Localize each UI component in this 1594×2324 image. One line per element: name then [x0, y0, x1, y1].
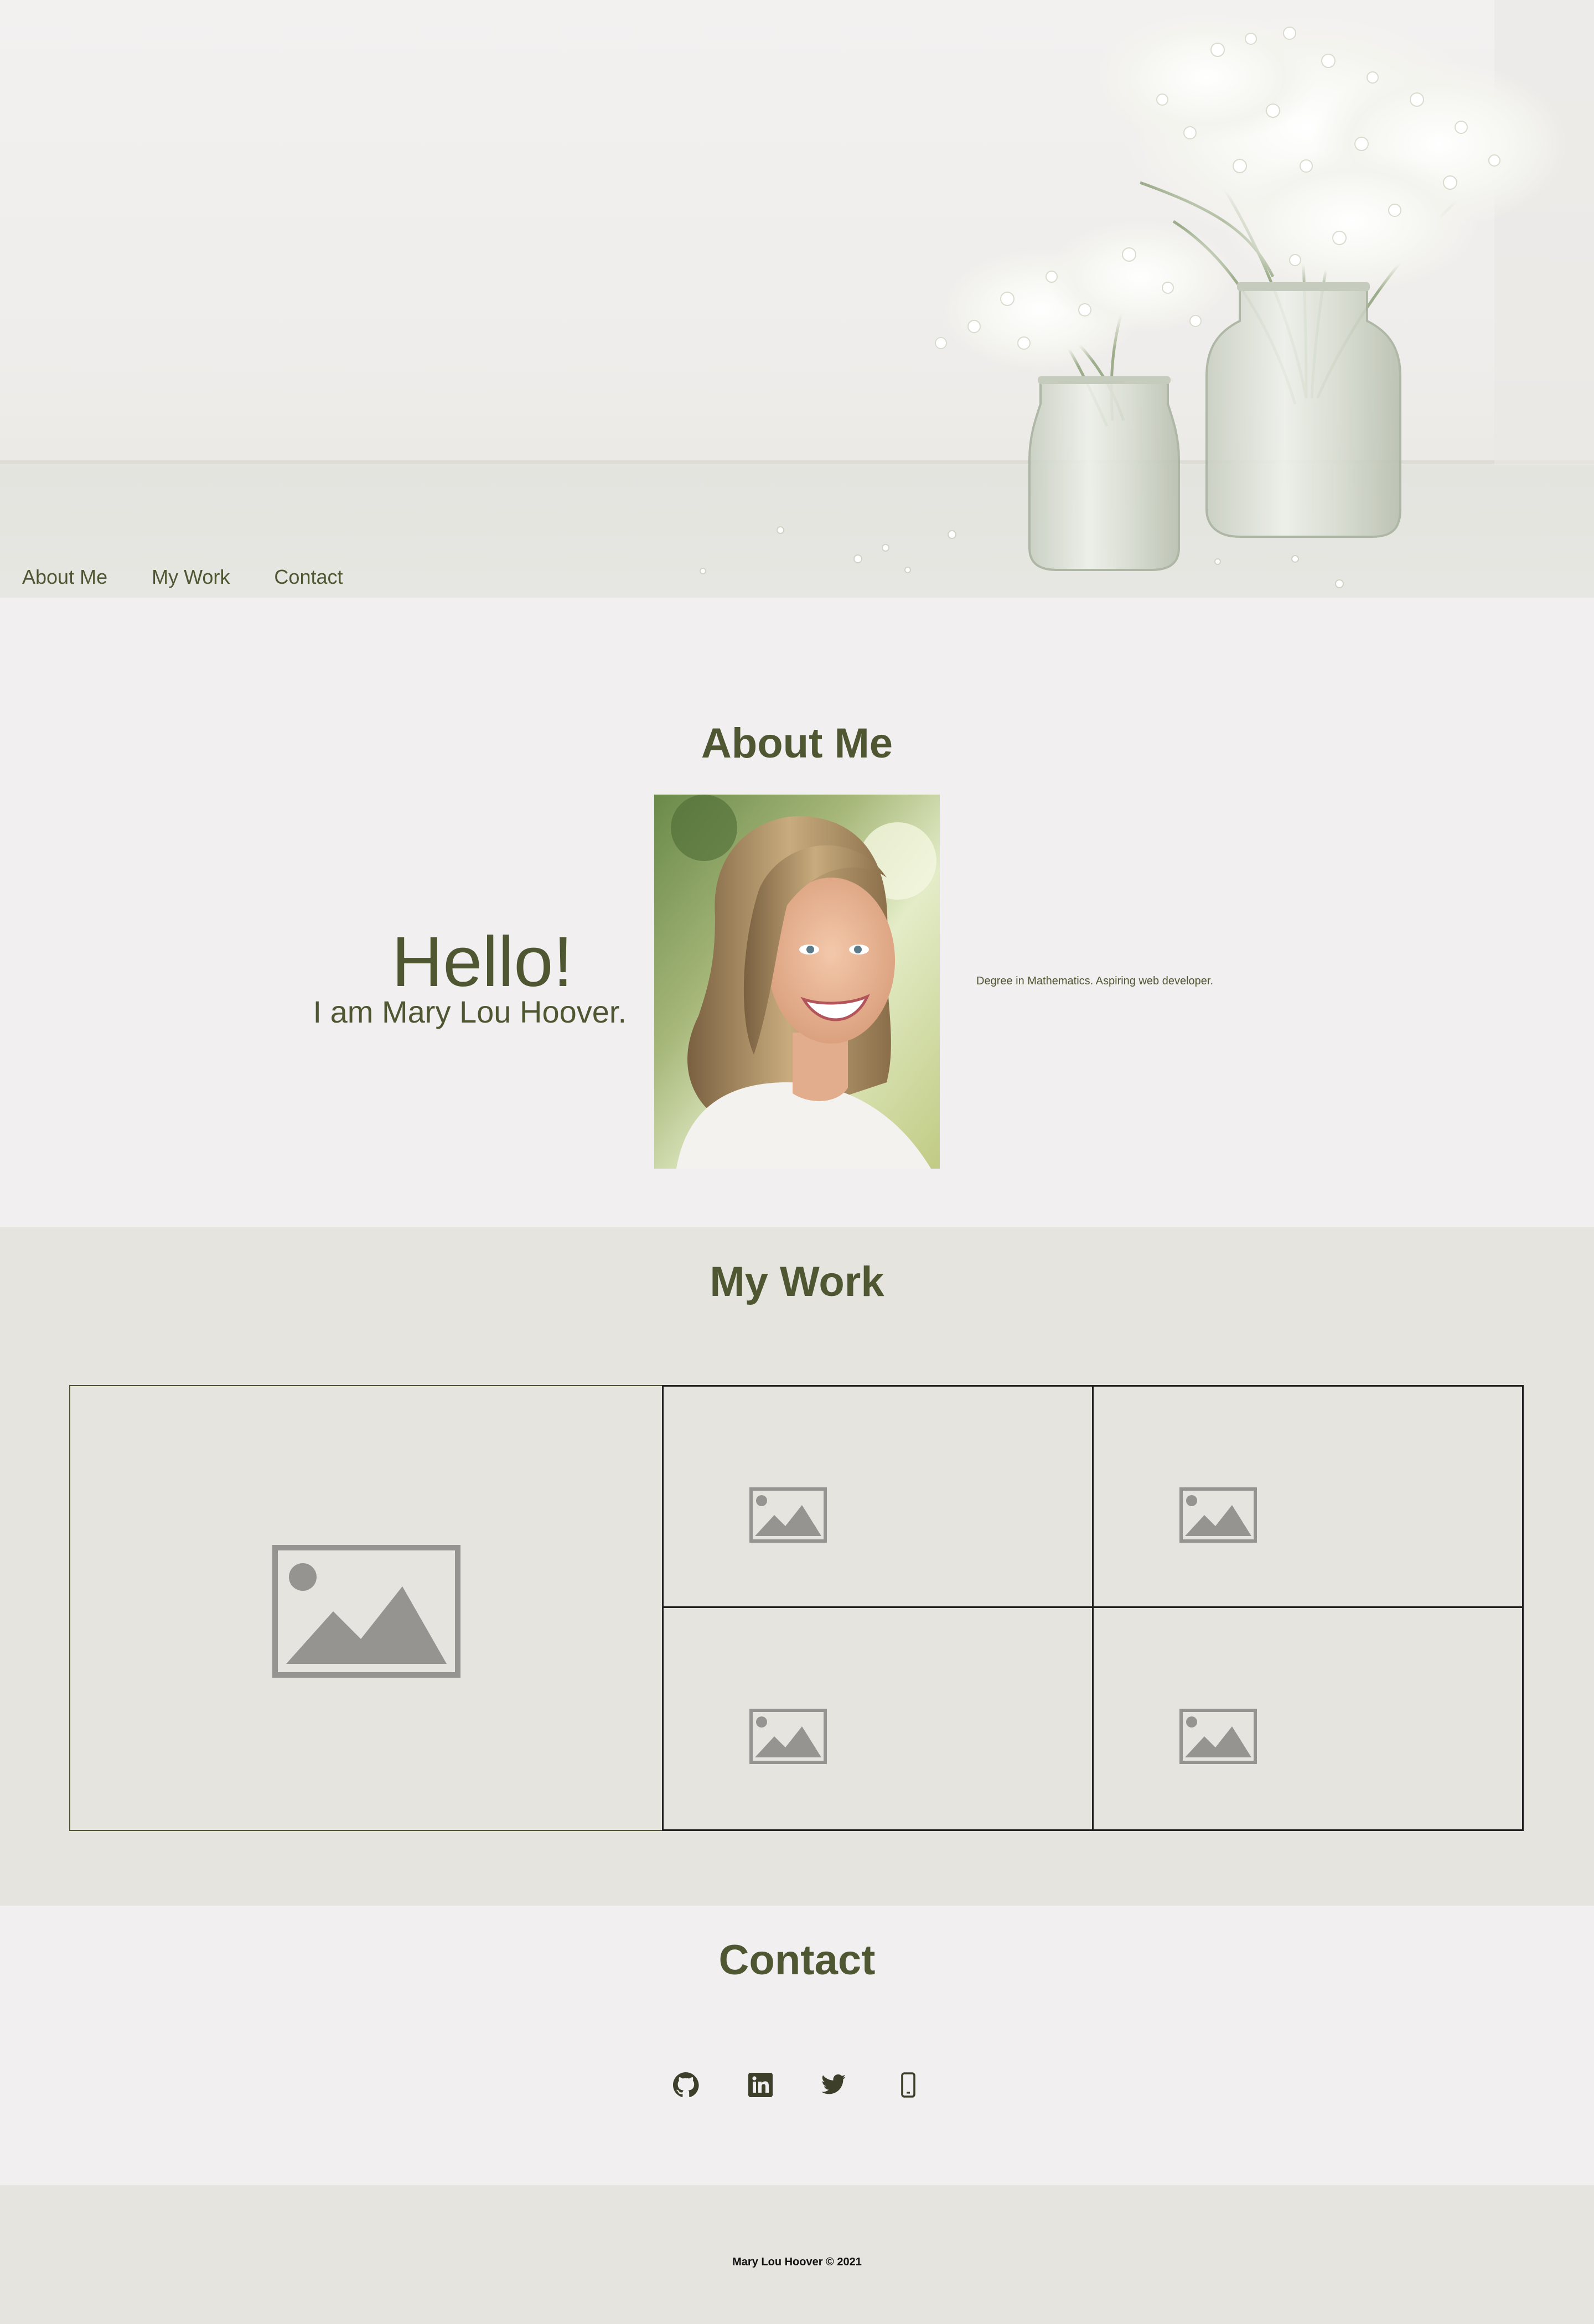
github-icon[interactable] — [672, 2072, 699, 2098]
flower-vases-image — [0, 0, 1594, 588]
image-placeholder-icon — [749, 1487, 827, 1543]
nav-link-my-work[interactable]: My Work — [152, 566, 230, 589]
work-tile-featured[interactable] — [69, 1385, 664, 1831]
nav-link-about-me[interactable]: About Me — [22, 566, 107, 589]
work-gallery — [69, 1385, 1525, 1831]
work-tile-3[interactable] — [662, 1606, 1094, 1831]
image-placeholder-icon — [1179, 1709, 1257, 1764]
about-title: About Me — [701, 720, 893, 767]
main-nav: About Me My Work Contact — [22, 566, 343, 589]
image-placeholder-icon — [749, 1709, 827, 1764]
my-work-section: My Work — [0, 1227, 1594, 1906]
phone-icon[interactable] — [895, 2072, 922, 2098]
work-tile-2[interactable] — [1092, 1385, 1524, 1610]
work-title: My Work — [710, 1258, 884, 1305]
greeting-heading: Hello! — [391, 922, 573, 1002]
image-placeholder-icon — [1179, 1487, 1257, 1543]
about-section: About Me Hello! I am Mary Lou Hoover. De… — [0, 598, 1594, 1227]
linkedin-icon[interactable] — [747, 2072, 774, 2098]
nav-link-contact[interactable]: Contact — [274, 566, 343, 589]
copyright-text: Mary Lou Hoover © 2021 — [732, 2256, 862, 2268]
hero-banner: About Me My Work Contact — [0, 0, 1594, 598]
contact-title: Contact — [718, 1937, 876, 1984]
page-footer: Mary Lou Hoover © 2021 — [0, 2185, 1594, 2324]
bio-text: Degree in Mathematics. Aspiring web deve… — [976, 975, 1214, 987]
work-tile-1[interactable] — [662, 1385, 1094, 1610]
contact-section: Contact — [0, 1906, 1594, 2185]
twitter-icon[interactable] — [820, 2072, 847, 2098]
work-tile-4[interactable] — [1092, 1606, 1524, 1831]
intro-text: I am Mary Lou Hoover. — [313, 994, 627, 1029]
social-links — [0, 2072, 1594, 2105]
image-placeholder-icon — [272, 1545, 460, 1678]
portrait-photo — [654, 795, 940, 1169]
